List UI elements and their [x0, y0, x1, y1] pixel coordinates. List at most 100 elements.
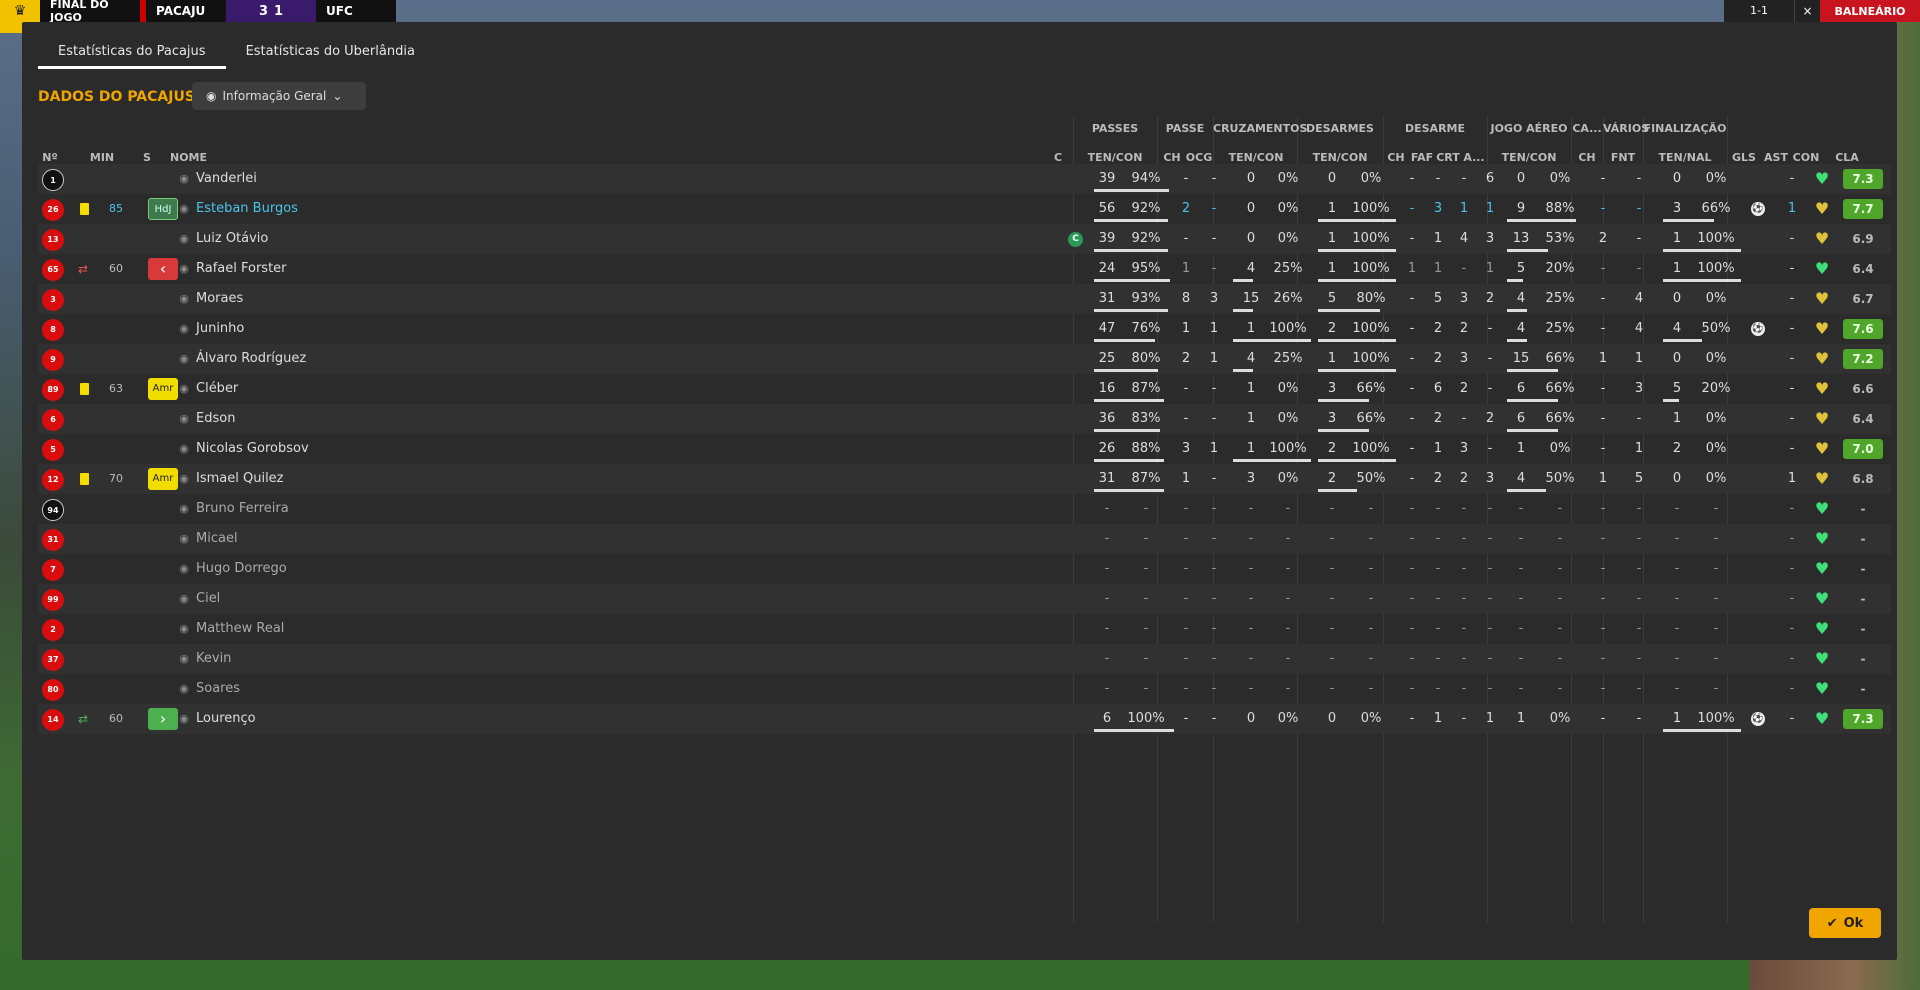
player-name[interactable]: Nicolas Gorobsov	[196, 434, 309, 464]
completion-bar	[1233, 369, 1253, 372]
col-pass-ocg[interactable]: OCG	[1185, 151, 1213, 164]
stat-cell: -	[1674, 501, 1680, 516]
stat-cell: -	[1789, 501, 1795, 516]
col-sub[interactable]: S	[140, 151, 154, 164]
table-row[interactable]: 8 ◉ Juninho 47 76% 1 1 1 100% 2 100% -2 2-4 25% -4 4 50%…	[38, 314, 1891, 344]
score-home: 3	[258, 3, 268, 19]
player-name[interactable]: Soares	[196, 674, 240, 704]
col-tackle-att-comp[interactable]: TEN/CON	[1297, 151, 1383, 164]
col-tackle-ch[interactable]: CH	[1383, 151, 1409, 164]
table-row[interactable]: 26 85 HdJ ◉ Esteban Burgos 56 92% 2-0 0% 1 100% -3 1…	[38, 194, 1891, 224]
table-row[interactable]: 6 ◉ Edson 36 83% - -1 0% 3 66% -2-2 6 66% - -1 0% - ♥ 6.4	[38, 404, 1891, 434]
player-name[interactable]: Juninho	[196, 314, 244, 344]
player-name[interactable]: Bruno Ferreira	[196, 494, 289, 524]
locker-room-button[interactable]: BALNEÁRIO	[1820, 0, 1920, 22]
col-shots[interactable]: TEN/NAL	[1643, 151, 1727, 164]
tab-away-stats[interactable]: Estatísticas do Uberlândia	[226, 36, 435, 69]
col-name[interactable]: NOME	[170, 151, 210, 164]
table-row[interactable]: 1 ◉ Vanderlei 39 94% - -0 0% 0 0% - - -6 0 0% - -0 0% - ♥ 7.…	[38, 164, 1891, 194]
stat-cell: -	[1409, 471, 1415, 486]
table-row[interactable]: 94 ◉ Bruno Ferreira - - - - - - - - - - - - - - - - - - - ♥ -	[38, 494, 1891, 524]
table-row[interactable]: 13 ◉ Luiz Otávio C 39 92% - -0 0% 1 100% -1 4 3 13 53% 2…	[38, 224, 1891, 254]
table-row[interactable]: 7 ◉ Hugo Dorrego - - - - - - - - - - - - - - - - - - - ♥ -	[38, 554, 1891, 584]
table-row[interactable]: 37 ◉ Kevin - - - - - - - - - - - - - - - - - - - ♥ -	[38, 644, 1891, 674]
completion-bar	[1507, 339, 1527, 342]
table-row[interactable]: 89 63 Amr ◉ Cléber 16 87% - -1 0% 3 66% -6 2-6 66% -3 5 2…	[38, 374, 1891, 404]
stat-cell: -	[1600, 411, 1606, 426]
player-name[interactable]: Kevin	[196, 644, 231, 674]
col-tackle-faf[interactable]: FAF	[1409, 151, 1435, 164]
stat-cell: 0%	[1277, 201, 1299, 216]
col-cross-att-comp[interactable]: TEN/CON	[1213, 151, 1299, 164]
player-name[interactable]: Rafael Forster	[196, 254, 287, 284]
score-away: 1	[274, 3, 284, 19]
stat-cell: -	[1435, 651, 1441, 666]
shirt-number-icon: 26	[42, 199, 64, 221]
table-row[interactable]: 31 ◉ Micael - - - - - - - - - - - - - - - - - - - ♥ -	[38, 524, 1891, 554]
table-row[interactable]: 3 ◉ Moraes 31 93% 8 3 15 26% 5 80% -5 3 2 4 25% -4 0 0% - ♥ 6…	[38, 284, 1891, 314]
stat-cell: -	[1183, 501, 1189, 516]
col-ca-ch[interactable]: CH	[1571, 151, 1603, 164]
table-row[interactable]: 99 ◉ Ciel - - - - - - - - - - - - - - - - - - - ♥ -	[38, 584, 1891, 614]
col-tackle-crt[interactable]: CRT	[1435, 151, 1461, 164]
stat-cell: -	[1211, 171, 1217, 186]
table-row[interactable]: 14 ⇄ 60 › ◉ Lourenço 6 100% - -0 0% 0 0% -1-1 1 0% - -1 10…	[38, 704, 1891, 734]
table-row[interactable]: 2 ◉ Matthew Real - - - - - - - - - - - - - - - - - - - ♥ -	[38, 614, 1891, 644]
stat-cell: -	[1143, 591, 1149, 606]
table-row[interactable]: 9 ◉ Álvaro Rodríguez 25 80% 2 1 4 25% 1 100% -2 3-15…	[38, 344, 1891, 374]
stat-cell: -	[1713, 501, 1719, 516]
player-name[interactable]: Luiz Otávio	[196, 224, 268, 254]
table-row[interactable]: 80 ◉ Soares - - - - - - - - - - - - - - - - - - - ♥ -	[38, 674, 1891, 704]
table-row[interactable]: 65 ⇄ 60 ‹ ◉ Rafael Forster 24 95% 1-4 25% 1 100% 1 1-…	[38, 254, 1891, 284]
player-name[interactable]: Ciel	[196, 584, 220, 614]
table-row[interactable]: 12 70 Amr ◉ Ismael Quilez 31 87% 1-3 0% 2 50% -2 2 3 4…	[38, 464, 1891, 494]
player-name[interactable]: Lourenço	[196, 704, 256, 734]
completion-bar	[1318, 429, 1369, 432]
col-assists[interactable]: AST	[1761, 151, 1791, 164]
col-condition[interactable]: CON	[1791, 151, 1821, 164]
completion-bar	[1318, 459, 1396, 462]
completion-bar	[1094, 369, 1158, 372]
stat-cell: 25%	[1545, 291, 1575, 306]
stat-cell: -	[1487, 321, 1493, 336]
col-misc-fnt[interactable]: FNT	[1603, 151, 1643, 164]
stat-cell: -	[1104, 531, 1110, 546]
stat-cell: -	[1368, 501, 1374, 516]
stat-cell: -	[1487, 561, 1493, 576]
player-name[interactable]: Matthew Real	[196, 614, 284, 644]
stat-cell: 1	[1516, 711, 1526, 726]
close-icon[interactable]: ×	[1794, 0, 1820, 22]
col-rating[interactable]: CLA	[1827, 151, 1867, 164]
col-aerial-att-comp[interactable]: TEN/CON	[1487, 151, 1571, 164]
col-number[interactable]: Nº	[38, 151, 62, 164]
stat-cell: 2	[1433, 471, 1443, 486]
player-name[interactable]: Vanderlei	[196, 164, 257, 194]
stat-cell: 1	[1407, 261, 1417, 276]
ok-button[interactable]: ✔ Ok	[1809, 908, 1881, 938]
view-selector[interactable]: ◉ Informação Geral ⌄	[192, 82, 366, 110]
person-icon: ◉	[179, 502, 189, 515]
player-name[interactable]: Ismael Quilez	[196, 464, 284, 494]
player-name[interactable]: Álvaro Rodríguez	[196, 344, 306, 374]
completion-bar	[1663, 219, 1714, 222]
col-goals[interactable]: GLS	[1727, 151, 1761, 164]
player-name[interactable]: Hugo Dorrego	[196, 554, 287, 584]
stat-cell: 0%	[1705, 471, 1727, 486]
col-pass-ch[interactable]: CH	[1159, 151, 1185, 164]
col-minutes[interactable]: MIN	[86, 151, 118, 164]
col-tackle-a[interactable]: A...	[1461, 151, 1487, 164]
player-name[interactable]: Micael	[196, 524, 238, 554]
person-icon: ◉	[179, 202, 189, 215]
player-name[interactable]: Edson	[196, 404, 235, 434]
person-icon: ◉	[179, 322, 189, 335]
clock-button[interactable]: 1-1	[1724, 0, 1794, 22]
stat-cell: -	[1600, 621, 1606, 636]
player-name[interactable]: Cléber	[196, 374, 238, 404]
tab-home-stats[interactable]: Estatísticas do Pacajus	[38, 36, 226, 69]
col-pass-att-comp[interactable]: TEN/CON	[1073, 151, 1157, 164]
player-name[interactable]: Moraes	[196, 284, 243, 314]
col-captain[interactable]: C	[1052, 151, 1064, 164]
player-name[interactable]: Esteban Burgos	[196, 194, 298, 224]
table-row[interactable]: 5 ◉ Nicolas Gorobsov 26 88% 3 1 1 100% 2 100% -1 3-1…	[38, 434, 1891, 464]
stat-cell: -	[1636, 561, 1642, 576]
